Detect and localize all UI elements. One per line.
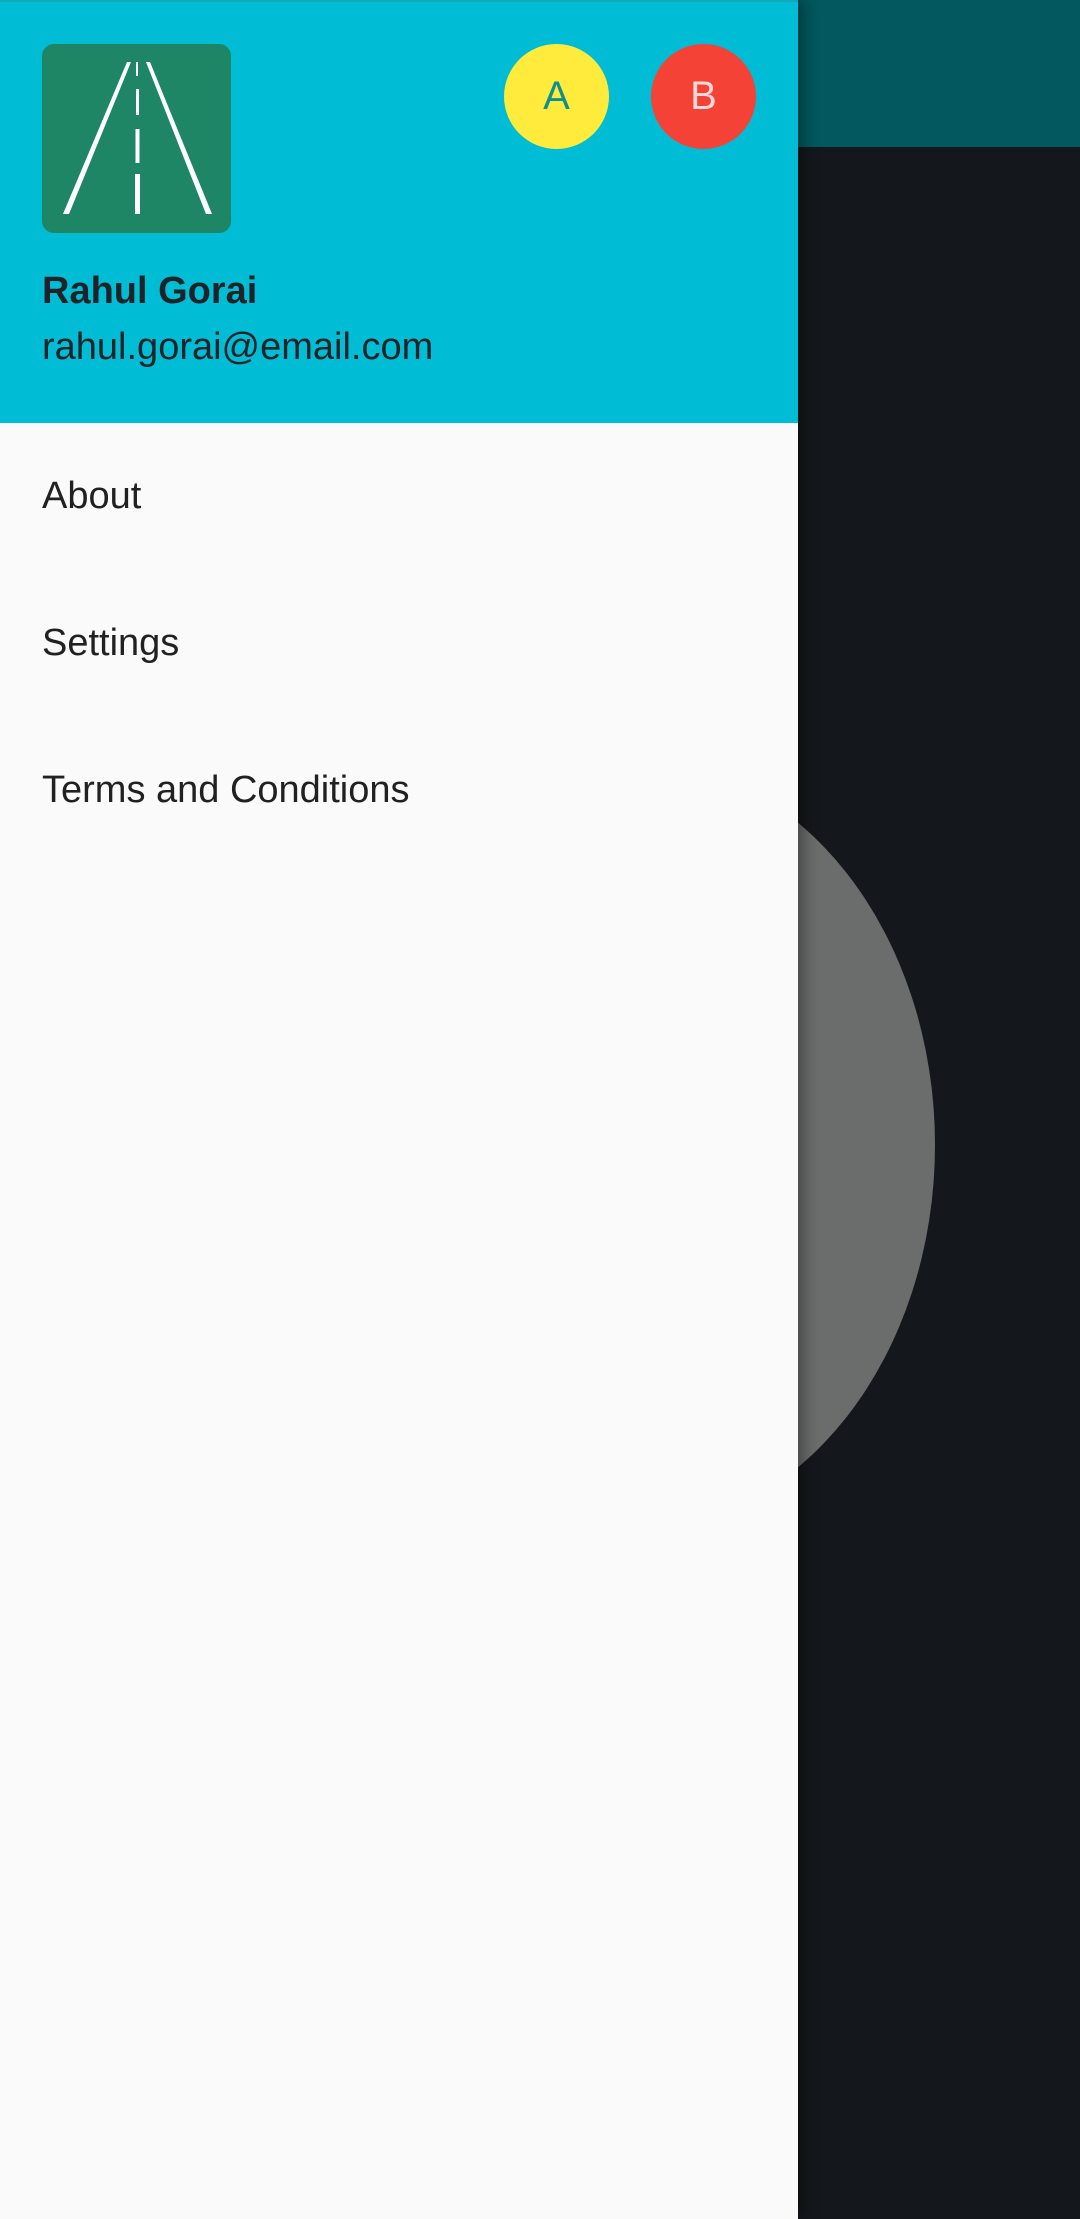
user-email: rahul.gorai@email.com <box>42 326 434 368</box>
navigation-drawer: A B Rahul Gorai rahul.gorai@email.com Ab… <box>0 0 798 2219</box>
menu-item-label: Terms and Conditions <box>42 769 410 811</box>
menu-item-settings[interactable]: Settings <box>0 570 798 717</box>
drawer-header: A B Rahul Gorai rahul.gorai@email.com <box>0 0 798 423</box>
account-avatar-b[interactable]: B <box>651 44 756 149</box>
menu-item-label: Settings <box>42 622 180 664</box>
drawer-scrim[interactable] <box>798 0 1080 2219</box>
account-initial: A <box>543 74 570 118</box>
account-avatar-a[interactable]: A <box>504 44 609 149</box>
account-initial: B <box>690 74 717 118</box>
user-name: Rahul Gorai <box>42 270 258 312</box>
menu-item-label: About <box>42 475 142 517</box>
menu-item-terms-and-conditions[interactable]: Terms and Conditions <box>0 717 798 864</box>
drawer-menu: About Settings Terms and Conditions <box>0 423 798 864</box>
screen: A B Rahul Gorai rahul.gorai@email.com Ab… <box>0 0 1080 2219</box>
road-icon <box>42 44 231 233</box>
menu-item-about[interactable]: About <box>0 423 798 570</box>
